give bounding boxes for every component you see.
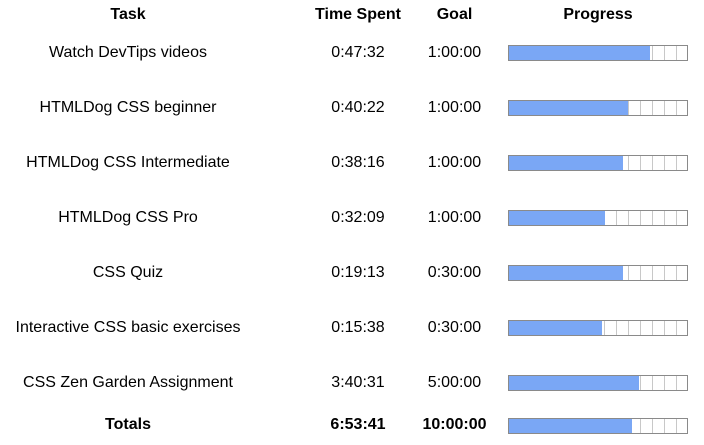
table-row-task: Interactive CSS basic exercises [15, 319, 241, 336]
table-row-goal: 0:30:00 [427, 264, 482, 281]
progress-bar [508, 265, 688, 281]
table-row-task: Watch DevTips videos [49, 44, 207, 61]
progress-bar [508, 100, 688, 116]
progress-bar [508, 210, 688, 226]
table-row-task: CSS Zen Garden Assignment [23, 374, 233, 391]
progress-bar-fill [509, 101, 629, 115]
totals-goal: 10:00:00 [422, 416, 487, 433]
table-row-time-spent: 0:47:32 [331, 44, 385, 61]
progress-bar [508, 375, 688, 391]
totals-progress-bar [508, 418, 688, 434]
table-row-goal: 1:00:00 [427, 209, 482, 226]
progress-bar-fill [509, 376, 639, 390]
table-row-task: HTMLDog CSS beginner [39, 99, 217, 116]
table-row-goal: 1:00:00 [427, 44, 482, 61]
table-row-goal: 1:00:00 [427, 99, 482, 116]
column-header-task: Task [110, 6, 146, 23]
table-row-time-spent: 0:15:38 [331, 319, 385, 336]
table-row-time-spent: 3:40:31 [331, 374, 385, 391]
progress-bar [508, 155, 688, 171]
progress-bar-fill [509, 46, 650, 60]
table-row-time-spent: 0:19:13 [331, 264, 385, 281]
progress-bar-fill [509, 266, 623, 280]
column-header-progress: Progress [563, 6, 633, 23]
progress-bar-fill [509, 321, 602, 335]
progress-bar-fill [509, 156, 623, 170]
progress-bar-fill [509, 211, 606, 225]
table-row-task: CSS Quiz [92, 264, 164, 281]
table-row-time-spent: 0:40:22 [331, 99, 385, 116]
progress-bar [508, 320, 688, 336]
column-header-time-spent: Time Spent [315, 6, 401, 23]
table-row-goal: 0:30:00 [427, 319, 482, 336]
totals-time-spent: 6:53:41 [330, 416, 386, 433]
task-progress-table: Task Time Spent Goal Progress Watch DevT… [0, 0, 704, 445]
totals-label: Totals [105, 416, 151, 433]
totals-progress-bar-fill [509, 419, 632, 433]
table-row-task: HTMLDog CSS Intermediate [26, 154, 230, 171]
table-row-goal: 5:00:00 [427, 374, 482, 391]
table-row-task: HTMLDog CSS Pro [58, 209, 198, 226]
progress-bar [508, 45, 688, 61]
table-row-time-spent: 0:32:09 [331, 209, 385, 226]
column-header-goal: Goal [436, 6, 473, 23]
table-row-time-spent: 0:38:16 [331, 154, 385, 171]
table-row-goal: 1:00:00 [427, 154, 482, 171]
